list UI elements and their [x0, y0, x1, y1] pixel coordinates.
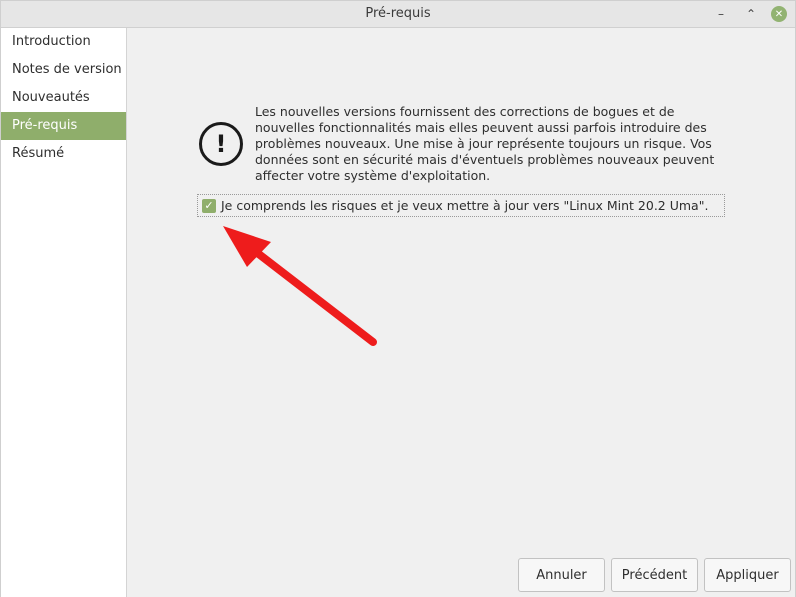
- red-arrow-annotation-icon: [223, 226, 377, 346]
- update-window: Pré-requis – ⌃ ✕ Introduction Notes de v…: [0, 0, 796, 597]
